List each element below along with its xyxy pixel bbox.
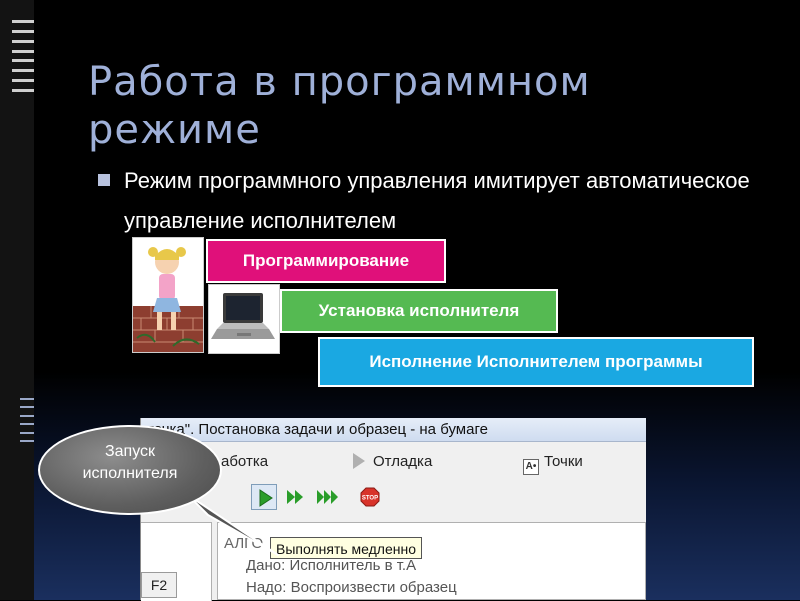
points-icon: A• (523, 459, 539, 475)
callout-text: Запуск исполнителя (38, 441, 222, 485)
callout-line: Запуск исполнителя (82, 443, 178, 482)
decor-stripes-top (12, 20, 34, 92)
stop-button[interactable]: STOP (357, 484, 383, 510)
step-setup-executor: Установка исполнителя (280, 289, 558, 333)
triple-forward-icon (317, 490, 338, 504)
callout-tail (188, 494, 279, 556)
stop-icon: STOP (360, 487, 380, 507)
debug-play-icon (353, 453, 365, 469)
bullet-marker (98, 174, 110, 186)
girl-on-wall-image (132, 237, 204, 353)
launch-callout: Запуск исполнителя (38, 425, 279, 556)
run-fast-button[interactable] (315, 484, 341, 510)
decor-stripes-bottom (20, 398, 34, 442)
step-run-program: Исполнение Исполнителем программы (318, 337, 754, 387)
menu-debug-label: Отладка (373, 453, 433, 470)
code-line: Надо: Воспроизвести образец (246, 579, 457, 596)
f2-key-button[interactable]: F2 (141, 572, 177, 598)
menu-debug[interactable]: Отладка (353, 448, 432, 476)
menu-points[interactable]: A• Точки (523, 448, 583, 476)
laptop-image (208, 284, 280, 354)
menu-points-label: Точки (544, 453, 583, 470)
bullet-text: Режим программного управления имитирует … (124, 168, 750, 233)
menu-work[interactable]: аботка (221, 448, 268, 476)
stop-label: STOP (362, 496, 378, 502)
slide-title: Работа в программном режиме (88, 59, 591, 153)
step-programming: Программирование (206, 239, 446, 283)
